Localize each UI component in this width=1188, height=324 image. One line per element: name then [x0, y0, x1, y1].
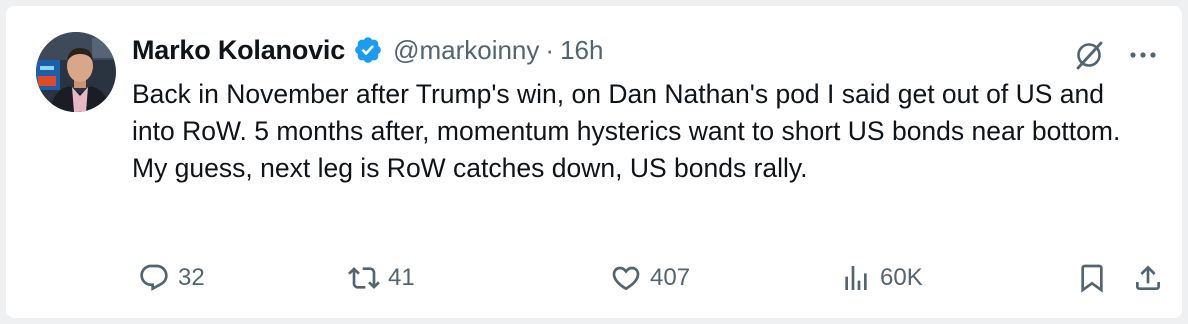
reply-icon — [140, 264, 168, 291]
views-icon — [845, 266, 867, 290]
tweet-header: Marko Kolanovic @markoinny · 16h — [132, 30, 603, 70]
bookmark-button[interactable] — [1076, 256, 1108, 300]
bookmark-icon — [1081, 264, 1103, 293]
tweet-timestamp[interactable]: 16h — [560, 35, 603, 66]
like-count: 407 — [650, 264, 691, 291]
views-button[interactable]: 60K — [840, 256, 923, 300]
author-handle[interactable]: @markoinny — [393, 35, 539, 66]
reply-count: 32 — [178, 264, 205, 291]
views-count: 60K — [880, 264, 923, 291]
more-options-icon[interactable] — [1126, 38, 1160, 72]
like-icon — [612, 266, 640, 291]
verified-badge-icon — [353, 35, 383, 65]
retweet-icon — [348, 267, 380, 289]
tweet-top-actions — [1072, 38, 1160, 72]
share-icon — [1136, 265, 1160, 290]
grok-icon[interactable] — [1072, 38, 1106, 72]
retweet-button[interactable]: 41 — [348, 256, 415, 300]
tweet-actions-bar: 32 41 407 60K — [132, 256, 1172, 300]
author-name[interactable]: Marko Kolanovic — [132, 35, 345, 66]
like-button[interactable]: 407 — [610, 256, 690, 300]
avatar-image — [36, 32, 116, 112]
retweet-count: 41 — [388, 264, 415, 291]
reply-button[interactable]: 32 — [138, 256, 205, 300]
share-button[interactable] — [1132, 256, 1164, 300]
tweet-text: Back in November after Trump's win, on D… — [132, 79, 1121, 183]
separator-dot: · — [545, 34, 555, 65]
tweet-card[interactable]: Marko Kolanovic @markoinny · 16h Back in… — [6, 6, 1182, 318]
avatar[interactable] — [36, 32, 116, 112]
